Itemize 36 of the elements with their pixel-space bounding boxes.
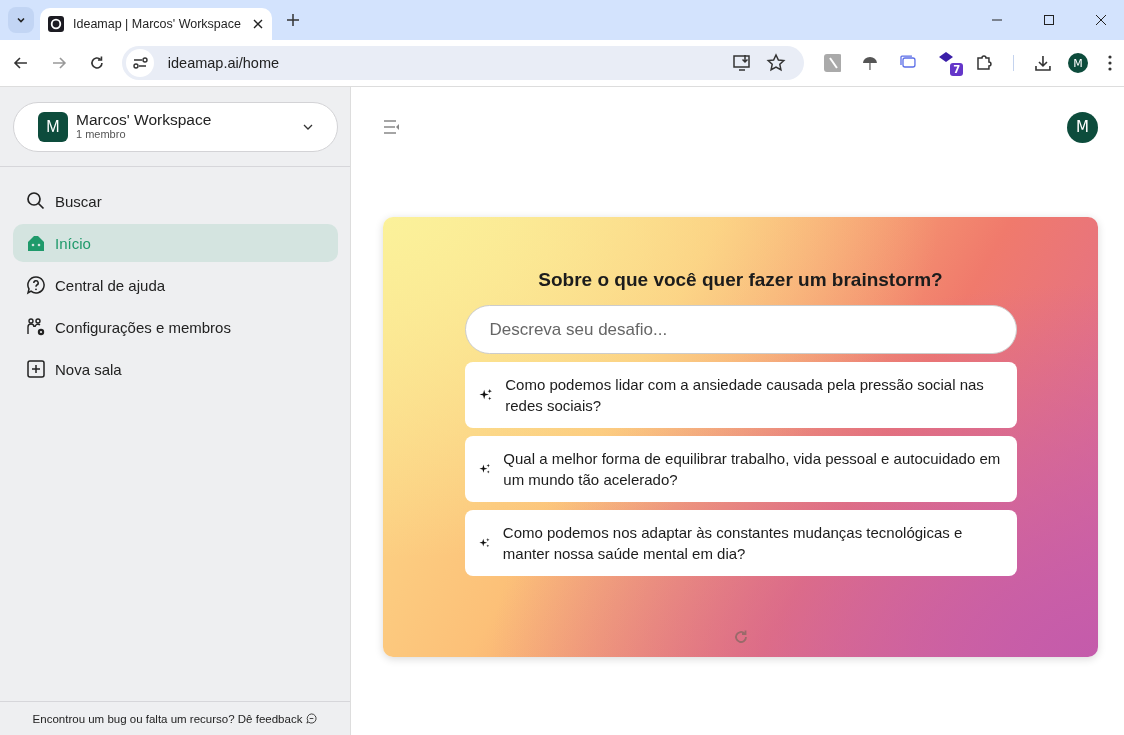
install-app-icon[interactable] xyxy=(731,53,752,73)
download-icon[interactable] xyxy=(1034,54,1053,72)
workspace-switcher[interactable]: M Marcos' Workspace 1 membro xyxy=(13,102,338,152)
people-gear-icon xyxy=(26,317,46,337)
collapse-sidebar-icon[interactable] xyxy=(383,119,401,135)
member-count: 1 membro xyxy=(76,127,127,141)
app-logo-icon xyxy=(48,16,64,32)
suggestion-card[interactable]: Como podemos nos adaptar às constantes mudanças tecnológicas e manter nossa saúde mental em dia? xyxy=(464,510,1017,576)
plus-square-icon xyxy=(26,359,46,379)
search-icon xyxy=(26,191,46,211)
suggestion-card[interactable]: Como podemos lidar com a ansiedade causada pela pressão social nas redes sociais? xyxy=(464,362,1017,428)
chat-bubble-icon[interactable] xyxy=(306,713,318,724)
umbrella-icon[interactable] xyxy=(861,54,880,72)
more-options-icon[interactable] xyxy=(1108,55,1112,71)
feedback-link[interactable]: Encontrou um bug ou falta um recurso? Dê feedback xyxy=(32,712,303,725)
user-avatar[interactable]: M xyxy=(1067,111,1098,143)
workspace-name: Marcos' Workspace xyxy=(76,113,213,127)
suggestion-card[interactable]: Qual a melhor forma de equilibrar trabalho, vida pessoal e autocuidado em um mundo tão acelerado? xyxy=(464,436,1017,502)
sidebar-item[interactable]: Configurações e membros xyxy=(13,308,338,346)
profile-avatar[interactable]: M xyxy=(1068,53,1089,73)
new-tab-icon[interactable] xyxy=(286,13,300,27)
sidebar-item[interactable]: Buscar xyxy=(13,182,338,220)
help-icon xyxy=(26,275,46,295)
brainstorm-title: Sobre o que você quer fazer um brainstorm? xyxy=(538,269,943,291)
star-icon[interactable] xyxy=(765,53,786,73)
house-icon xyxy=(26,233,46,253)
puzzle-piece-icon[interactable] xyxy=(975,54,994,72)
workspace-avatar: M xyxy=(38,112,68,142)
sidebar-item[interactable]: Nova sala xyxy=(13,350,338,388)
browser-tab[interactable]: Ideamap | Marcos' Workspace xyxy=(40,8,272,40)
site-settings-icon[interactable] xyxy=(125,49,154,77)
address-bar[interactable]: ideamap.ai/home xyxy=(121,46,804,80)
challenge-input[interactable]: Descreva seu desafio... xyxy=(464,305,1017,354)
close-icon[interactable] xyxy=(252,18,264,30)
extension-badge: 7 xyxy=(950,63,964,76)
sidebar-item[interactable]: Central de ajuda xyxy=(13,266,338,304)
